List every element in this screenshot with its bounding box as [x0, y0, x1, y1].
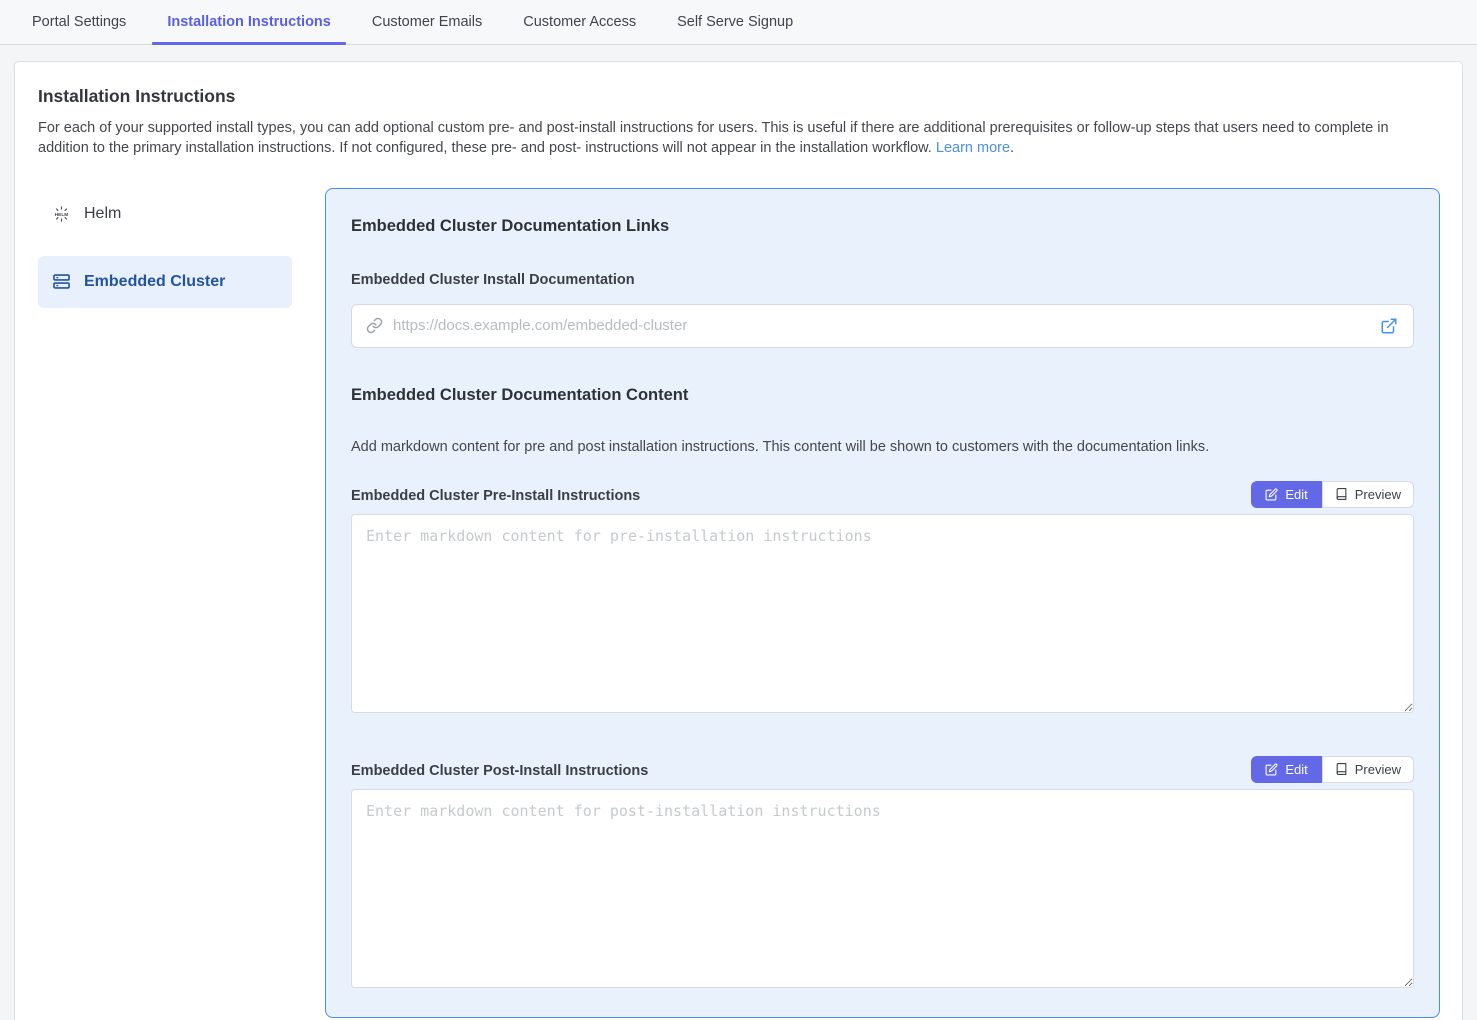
preview-button-label: Preview	[1355, 762, 1401, 777]
sidebar-item-embedded-cluster[interactable]: Embedded Cluster	[38, 256, 292, 308]
pre-install-label: Embedded Cluster Pre-Install Instruction…	[351, 488, 640, 504]
install-documentation-label: Embedded Cluster Install Documentation	[351, 272, 1414, 288]
preview-book-icon	[1335, 762, 1348, 776]
post-install-label: Embedded Cluster Post-Install Instructio…	[351, 763, 648, 779]
preview-button-label: Preview	[1355, 487, 1401, 502]
sidebar-item-helm[interactable]: HELM Helm	[38, 188, 292, 240]
external-link-icon	[1380, 317, 1398, 335]
pre-install-mode-toggle: Edit Preview	[1251, 481, 1414, 508]
post-install-edit-button[interactable]: Edit	[1251, 756, 1321, 783]
pre-install-markdown-textarea[interactable]	[351, 514, 1414, 713]
sidebar-item-label: Embedded Cluster	[84, 273, 225, 291]
install-doc-url-input[interactable]	[393, 317, 1368, 334]
open-doc-link-button[interactable]	[1378, 315, 1400, 337]
pre-install-preview-button[interactable]: Preview	[1322, 481, 1414, 508]
documentation-links-heading: Embedded Cluster Documentation Links	[351, 217, 1414, 236]
edit-icon	[1265, 488, 1278, 501]
documentation-content-description: Add markdown content for pre and post in…	[351, 439, 1414, 455]
install-doc-url-box	[351, 304, 1414, 348]
top-tab-bar: Portal Settings Installation Instruction…	[0, 0, 1477, 45]
edit-button-label: Edit	[1285, 487, 1307, 502]
page-description: For each of your supported install types…	[38, 118, 1433, 159]
server-stack-icon	[52, 273, 71, 290]
helm-icon: HELM	[52, 205, 71, 223]
tab-customer-emails[interactable]: Customer Emails	[372, 0, 482, 44]
post-install-mode-toggle: Edit Preview	[1251, 756, 1414, 783]
tab-self-serve-signup[interactable]: Self Serve Signup	[677, 0, 793, 44]
tab-installation-instructions[interactable]: Installation Instructions	[167, 0, 331, 44]
post-install-block: Embedded Cluster Post-Install Instructio…	[351, 756, 1414, 993]
page-title: Installation Instructions	[38, 86, 1440, 107]
documentation-content-heading: Embedded Cluster Documentation Content	[351, 386, 1414, 405]
pre-install-block: Embedded Cluster Pre-Install Instruction…	[351, 481, 1414, 718]
learn-more-period: .	[1010, 140, 1014, 156]
embedded-cluster-panel: Embedded Cluster Documentation Links Emb…	[325, 188, 1440, 1018]
sidebar-item-label: Helm	[84, 205, 121, 223]
page-description-text: For each of your supported install types…	[38, 120, 1389, 156]
post-install-preview-button[interactable]: Preview	[1322, 756, 1414, 783]
pre-install-edit-button[interactable]: Edit	[1251, 481, 1321, 508]
post-install-markdown-textarea[interactable]	[351, 789, 1414, 988]
content-row: HELM Helm Embedded Cluster	[38, 188, 1440, 1018]
learn-more-link[interactable]: Learn more	[936, 140, 1010, 156]
installation-instructions-card: Installation Instructions For each of yo…	[14, 61, 1463, 1020]
svg-text:HELM: HELM	[55, 211, 69, 217]
link-icon	[366, 317, 383, 334]
install-type-sidebar: HELM Helm Embedded Cluster	[38, 188, 292, 308]
edit-icon	[1265, 763, 1278, 776]
edit-button-label: Edit	[1285, 762, 1307, 777]
tab-customer-access[interactable]: Customer Access	[523, 0, 636, 44]
tab-portal-settings[interactable]: Portal Settings	[32, 0, 126, 44]
preview-book-icon	[1335, 487, 1348, 501]
